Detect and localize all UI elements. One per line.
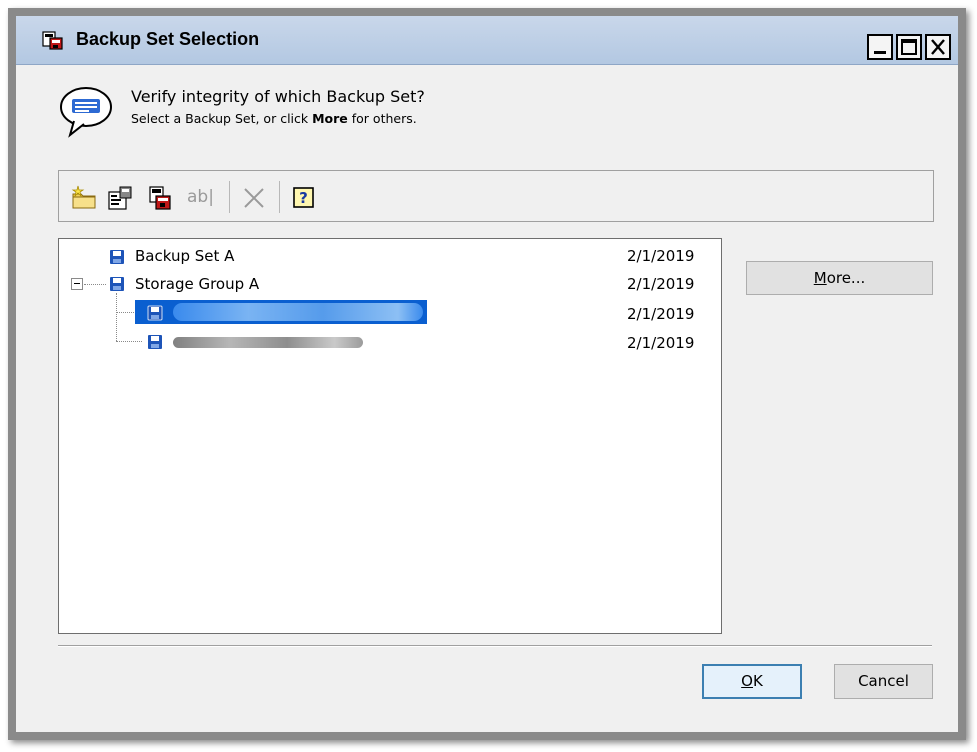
toolbar: ab| ?	[58, 170, 934, 222]
tree-item-label[interactable]: Backup Set A	[135, 247, 234, 273]
help-icon[interactable]: ?	[291, 185, 317, 211]
hint-suffix: for others.	[347, 111, 417, 126]
disk-icon	[147, 305, 163, 321]
title-bar[interactable]: Backup Set Selection	[16, 16, 958, 65]
rename-icon[interactable]: ab|	[187, 187, 219, 213]
ok-label: K	[752, 672, 763, 690]
tree-item-date: 2/1/2019	[627, 305, 695, 323]
collapse-toggle[interactable]	[71, 278, 83, 290]
disk-icon	[110, 250, 124, 264]
more-accelerator: M	[813, 269, 827, 287]
maximize-button[interactable]	[896, 34, 922, 60]
minimize-button[interactable]	[867, 34, 893, 60]
close-button[interactable]	[925, 34, 951, 60]
redacted-label[interactable]	[173, 337, 363, 348]
close-icon	[931, 39, 945, 55]
minimize-icon	[874, 51, 886, 54]
more-button[interactable]: More...	[746, 261, 933, 295]
delete-icon[interactable]	[147, 185, 173, 211]
close-icon[interactable]	[241, 185, 267, 211]
speech-bubble-icon	[60, 87, 112, 138]
toolbar-separator	[229, 181, 230, 213]
minus-icon	[74, 283, 80, 284]
hint-prefix: Select a Backup Set, or click	[131, 111, 313, 126]
properties-icon[interactable]	[107, 185, 133, 211]
divider-highlight	[58, 646, 932, 647]
disk-icon	[148, 335, 162, 349]
tree-connector	[84, 284, 106, 286]
toolbar-separator	[279, 181, 280, 213]
tree-connector	[116, 293, 118, 341]
more-label: ore...	[826, 269, 866, 287]
tree-item-date: 2/1/2019	[627, 247, 695, 265]
cancel-button[interactable]: Cancel	[834, 664, 933, 699]
tree-item-label[interactable]: Storage Group A	[135, 275, 259, 301]
hint-bold: More	[312, 111, 348, 126]
disk-icon	[110, 277, 124, 291]
backup-set-tree[interactable]: Backup Set A 2/1/2019 Storage Group A 2/…	[58, 238, 722, 634]
prompt-hint: Select a Backup Set, or click More for o…	[131, 111, 417, 126]
new-folder-icon[interactable]	[71, 185, 97, 211]
redacted-label[interactable]	[173, 303, 423, 321]
window-title: Backup Set Selection	[76, 29, 260, 49]
tree-item-date: 2/1/2019	[627, 275, 695, 293]
svg-text:?: ?	[299, 189, 308, 207]
tree-item-date: 2/1/2019	[627, 334, 695, 352]
ok-accelerator: O	[741, 672, 753, 690]
app-icon	[42, 31, 63, 50]
prompt-question: Verify integrity of which Backup Set?	[131, 87, 425, 106]
maximize-icon	[901, 39, 917, 55]
ok-button[interactable]: OK	[702, 664, 802, 699]
tree-connector	[116, 341, 142, 343]
